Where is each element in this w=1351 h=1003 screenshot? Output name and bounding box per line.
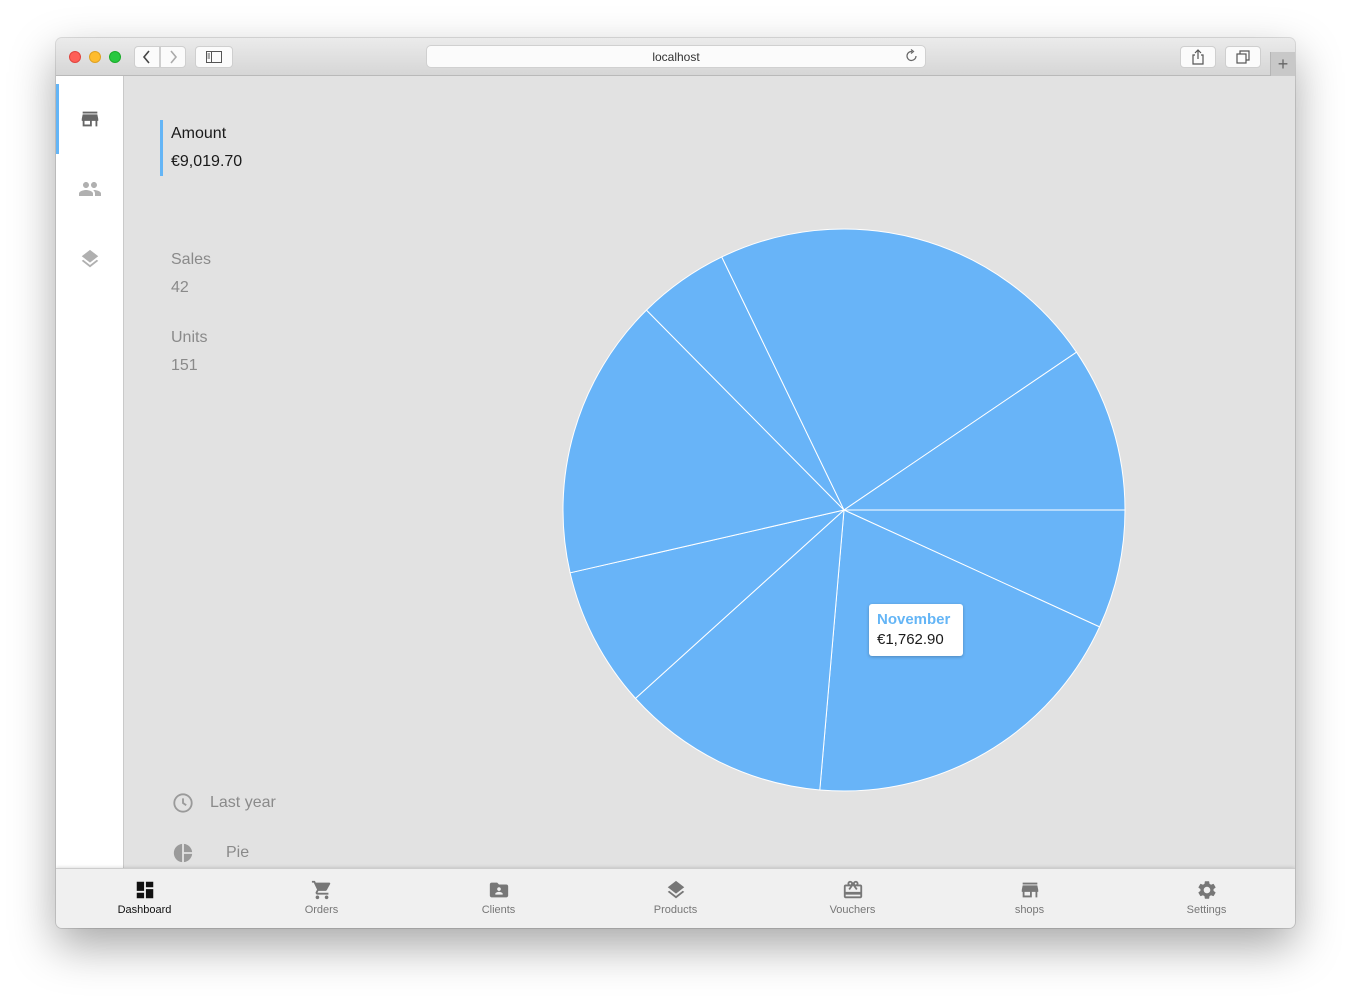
nav-dashboard[interactable]: Dashboard	[56, 869, 233, 928]
share-icon	[1192, 49, 1204, 65]
sidebar-item-shops[interactable]	[56, 84, 123, 154]
url-text: localhost	[652, 49, 700, 64]
dashboard-icon	[136, 881, 153, 899]
nav-shops[interactable]: shops	[941, 869, 1118, 928]
sidebar-item-products[interactable]	[56, 224, 123, 294]
chart-type-label: Pie	[226, 844, 250, 861]
chart-type-selector[interactable]: Pie	[172, 842, 249, 864]
gear-icon	[1197, 881, 1216, 899]
tabs-icon	[1236, 50, 1250, 64]
metric-label: Amount	[171, 125, 227, 142]
people-icon	[78, 182, 101, 196]
nav-label: Settings	[1186, 904, 1227, 916]
nav-settings[interactable]: Settings	[1118, 869, 1295, 928]
new-tab-button[interactable]: +	[1270, 52, 1295, 76]
metric-sales[interactable]: Sales 42	[160, 246, 360, 302]
client-folder-icon	[489, 882, 508, 898]
nav-orders[interactable]: Orders	[233, 869, 410, 928]
forward-button[interactable]	[160, 46, 186, 68]
period-selector[interactable]: Last year	[172, 792, 276, 814]
zoom-window-button[interactable]	[109, 51, 121, 63]
title-bar: localhost +	[56, 38, 1295, 76]
share-button[interactable]	[1180, 46, 1216, 68]
metric-label: Units	[171, 329, 208, 346]
tooltip-value: €1,762.90	[877, 631, 944, 648]
metric-label: Sales	[171, 251, 212, 268]
sidebar-toggle-button[interactable]	[195, 46, 233, 68]
layers-icon	[81, 249, 98, 268]
period-label: Last year	[210, 794, 276, 811]
nav-label: Orders	[304, 904, 339, 916]
metric-units[interactable]: Units 151	[160, 324, 360, 380]
browser-window: localhost + Amount €9,019.70 Sales 42 Un…	[56, 38, 1295, 928]
metric-value: €9,019.70	[171, 153, 243, 170]
layers-icon	[667, 880, 684, 899]
nav-vouchers[interactable]: Vouchers	[764, 869, 941, 928]
back-button[interactable]	[134, 46, 160, 68]
nav-label: Dashboard	[117, 904, 172, 916]
metric-value: 151	[171, 357, 198, 374]
nav-label: shops	[1014, 904, 1045, 916]
dashboard-content: Amount €9,019.70 Sales 42 Units 151 Last…	[124, 76, 1295, 868]
sidebar-item-clients[interactable]	[56, 154, 123, 224]
pie-chart	[562, 228, 1126, 792]
bottom-navigation: Dashboard Orders Clients Products Vouche…	[56, 868, 1295, 928]
cart-icon	[311, 880, 330, 900]
store-icon	[1021, 882, 1038, 898]
nav-label: Clients	[481, 904, 516, 916]
plus-icon: +	[1277, 53, 1289, 74]
show-tabs-button[interactable]	[1225, 46, 1261, 68]
pie-chart-icon	[173, 843, 193, 863]
chevron-left-icon	[142, 50, 150, 64]
nav-clients[interactable]: Clients	[410, 869, 587, 928]
chart-tooltip: November €1,762.90	[869, 604, 963, 656]
sidebar	[56, 76, 124, 868]
store-icon	[81, 111, 98, 127]
metric-amount[interactable]: Amount €9,019.70	[160, 120, 360, 176]
tooltip-title: November	[877, 611, 951, 628]
close-window-button[interactable]	[69, 51, 81, 63]
clock-icon	[173, 793, 193, 813]
reload-icon[interactable]	[905, 49, 919, 63]
chevron-right-icon	[170, 50, 178, 64]
voucher-icon	[843, 880, 862, 899]
nav-products[interactable]: Products	[587, 869, 764, 928]
nav-label: Products	[653, 904, 698, 916]
sidebar-icon	[206, 51, 222, 63]
nav-label: Vouchers	[829, 904, 876, 916]
minimize-window-button[interactable]	[89, 51, 101, 63]
address-bar[interactable]: localhost	[426, 45, 926, 68]
metric-value: 42	[171, 279, 189, 296]
